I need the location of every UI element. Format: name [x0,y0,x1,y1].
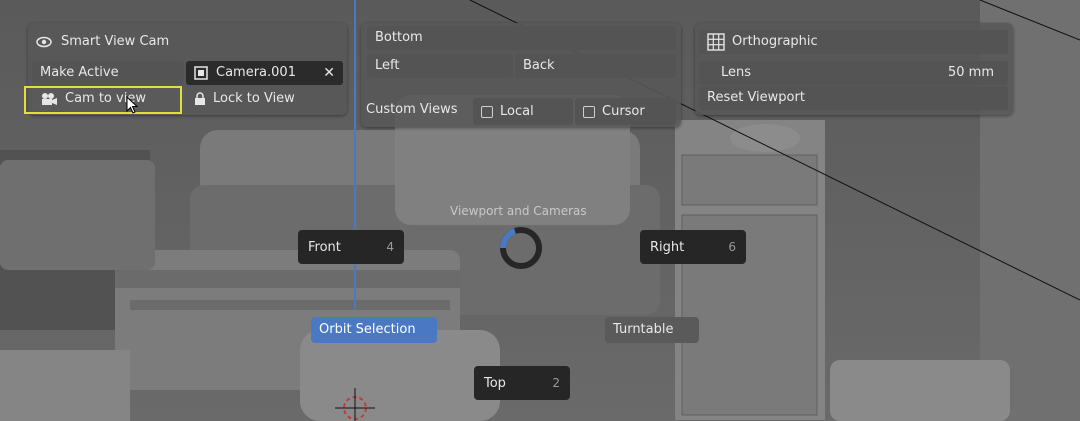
turntable-button[interactable]: Turntable [605,317,699,343]
pie-direction-ring [499,227,542,269]
highlight-frame [24,86,182,114]
camera-frame-icon [194,66,208,80]
make-active-button[interactable]: Make Active [32,61,184,85]
orthographic-toggle[interactable]: Orthographic [699,30,1008,54]
lock-to-view-button[interactable]: Lock to View [186,87,343,111]
right-shortcut: 6 [728,240,736,254]
clear-camera-icon[interactable]: ✕ [323,61,335,85]
lens-field[interactable]: Lens 50 mm [699,61,1008,85]
grid-icon [707,33,725,51]
bottom-view-button[interactable]: Bottom [367,26,676,50]
top-shortcut: 2 [552,376,560,390]
custom-views-label: Custom Views [366,102,458,117]
camera-name: Camera.001 [216,65,296,80]
smart-view-cam-header: Smart View Cam [36,34,169,49]
local-checkbox[interactable]: Local [473,98,573,125]
views-panel: Bottom Left Back Custom Views Local Curs… [361,23,681,127]
pie-right-button[interactable]: Right 6 [640,230,746,264]
left-view-button[interactable]: Left [367,54,513,78]
camera-selector[interactable]: Camera.001 ✕ [186,61,343,85]
smart-view-cam-title: Smart View Cam [61,34,170,49]
orthographic-panel: Orthographic Lens 50 mm Reset Viewport [695,23,1013,115]
back-view-button[interactable]: Back [515,54,676,78]
lens-value: 50 mm [947,65,994,80]
orbit-selection-button[interactable]: Orbit Selection [311,317,437,343]
pie-menu-title: Viewport and Cameras [450,204,587,218]
lock-icon [195,92,205,105]
pie-top-button[interactable]: Top 2 [474,366,570,400]
mouse-pointer-icon [126,96,138,114]
lens-label: Lens [721,65,752,80]
local-checkbox-box [481,105,493,118]
orthographic-label: Orthographic [732,34,818,49]
pie-front-button[interactable]: Front 4 [298,230,404,264]
eye-icon [36,36,52,47]
cursor-checkbox[interactable]: Cursor [575,98,676,125]
front-shortcut: 4 [386,240,394,254]
cursor-checkbox-box [583,105,595,118]
reset-viewport-button[interactable]: Reset Viewport [699,86,1008,110]
